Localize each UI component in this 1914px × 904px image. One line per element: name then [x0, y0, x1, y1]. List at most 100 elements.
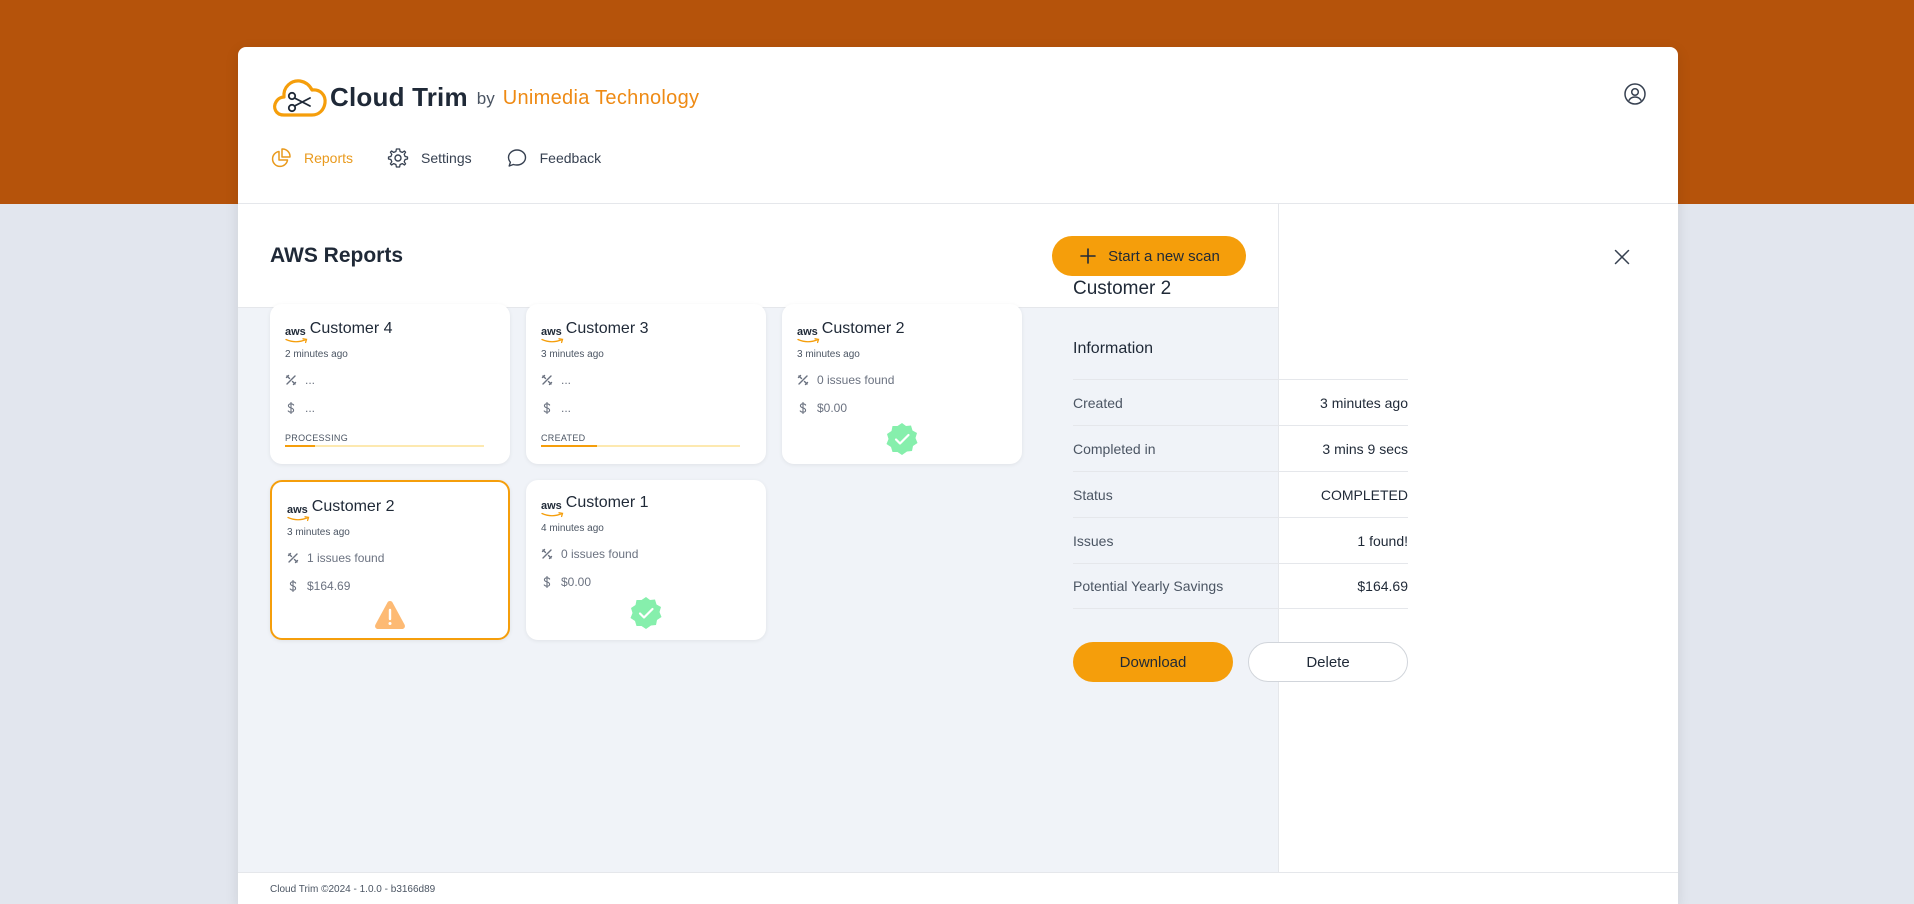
card-savings: $0.00 [541, 575, 591, 589]
details-value: 3 mins 9 secs [1322, 440, 1408, 457]
details-label: Completed in [1073, 440, 1156, 457]
report-card[interactable]: aws Customer 4 2 minutes ago ... ... PRO… [270, 304, 510, 464]
card-title: aws Customer 1 [541, 494, 649, 518]
close-icon[interactable] [1612, 247, 1632, 267]
report-card[interactable]: aws Customer 1 4 minutes ago 0 issues fo… [526, 480, 766, 640]
details-section-title: Information [1073, 340, 1154, 357]
card-issues: 0 issues found [541, 547, 638, 561]
card-issues-text: 0 issues found [817, 373, 895, 387]
card-issues: 0 issues found [797, 373, 894, 387]
aws-logo-icon: aws [541, 501, 564, 518]
card-savings-text: ... [305, 401, 316, 415]
card-savings: ... [541, 401, 571, 415]
nav-label-settings: Settings [421, 150, 472, 166]
brand-by-text: by [476, 89, 495, 108]
dollar-icon [287, 402, 295, 414]
card-savings: $164.69 [287, 579, 350, 593]
card-time: 3 minutes ago [541, 349, 604, 360]
progress-fill [541, 445, 597, 447]
start-new-scan-button[interactable]: Start a new scan [1052, 236, 1246, 276]
details-info-list: Created 3 minutes ago Completed in 3 min… [1073, 379, 1408, 609]
brand: Cloud Trim by Unimedia Technology [270, 71, 699, 123]
details-value: COMPLETED [1320, 486, 1408, 503]
card-title: aws Customer 3 [541, 320, 649, 344]
card-issues-text: ... [305, 373, 316, 387]
card-savings-text: ... [561, 401, 572, 415]
card-issues: 1 issues found [287, 551, 384, 565]
card-time: 3 minutes ago [287, 527, 350, 538]
cloud-scissors-logo-icon [273, 79, 327, 117]
details-title: Customer 2 [1073, 278, 1172, 299]
tools-icon [541, 548, 553, 560]
chat-bubble-icon [507, 149, 526, 167]
nav-item-feedback[interactable]: Feedback [506, 147, 601, 169]
card-customer-name: Customer 1 [565, 494, 649, 511]
page-title: AWS Reports [270, 244, 404, 267]
card-savings: ... [285, 401, 315, 415]
dollar-icon [543, 576, 551, 588]
card-customer-name: Customer 3 [565, 320, 649, 337]
nav-item-settings[interactable]: Settings [387, 147, 472, 169]
nav-label-feedback: Feedback [539, 150, 602, 166]
details-label: Potential Yearly Savings [1073, 578, 1224, 594]
nav-item-reports[interactable]: Reports [270, 147, 353, 169]
details-row-savings: Potential Yearly Savings $164.69 [1073, 563, 1408, 609]
aws-logo-icon: aws [287, 505, 310, 522]
report-card-selected[interactable]: aws Customer 2 3 minutes ago 1 issues fo… [270, 480, 510, 640]
card-issues-text: 1 issues found [307, 551, 385, 565]
tools-icon [541, 374, 553, 386]
success-check-badge-icon [886, 423, 918, 455]
card-status-label: CREATED [541, 433, 586, 443]
card-customer-name: Customer 4 [309, 320, 393, 337]
card-issues: ... [285, 373, 315, 387]
card-customer-name: Customer 2 [311, 498, 395, 515]
card-title: aws Customer 2 [287, 498, 395, 522]
aws-logo-icon: aws [797, 327, 820, 344]
details-label: Status [1073, 486, 1113, 503]
success-check-badge-icon [630, 597, 662, 629]
details-row-status: Status COMPLETED [1073, 471, 1408, 517]
details-value: 1 found! [1357, 532, 1408, 549]
card-issues-text: ... [561, 373, 572, 387]
tools-icon [287, 552, 299, 564]
start-new-scan-label: Start a new scan [1108, 247, 1220, 265]
gear-icon [387, 148, 409, 168]
details-label: Issues [1073, 532, 1114, 549]
user-circle-icon[interactable] [1623, 82, 1647, 106]
details-label: Created [1073, 394, 1123, 411]
card-savings-text: $164.69 [307, 579, 351, 593]
card-issues: ... [541, 373, 571, 387]
report-card[interactable]: aws Customer 2 3 minutes ago 0 issues fo… [782, 304, 1022, 464]
card-savings: $0.00 [797, 401, 847, 415]
card-savings-text: $0.00 [817, 401, 848, 415]
main-nav: Reports Settings Feedback [270, 147, 635, 169]
tools-icon [797, 374, 809, 386]
details-row-completed-in: Completed in 3 mins 9 secs [1073, 425, 1408, 471]
progress-fill [285, 445, 315, 447]
report-card[interactable]: aws Customer 3 3 minutes ago ... ... CRE… [526, 304, 766, 464]
card-title: aws Customer 4 [285, 320, 393, 344]
dollar-icon [289, 580, 297, 592]
download-button[interactable]: Download [1073, 642, 1233, 682]
footer: Cloud Trim ©2024 - 1.0.0 - b3166d89 [238, 872, 1678, 904]
warning-triangle-icon [375, 601, 405, 629]
aws-logo-icon: aws [541, 327, 564, 344]
plus-icon [1080, 248, 1096, 264]
card-status-label: PROCESSING [285, 433, 349, 443]
footer-version-text: Cloud Trim ©2024 - 1.0.0 - b3166d89 [270, 884, 436, 895]
company-name: Unimedia Technology [502, 86, 700, 109]
tools-icon [285, 374, 297, 386]
card-customer-name: Customer 2 [821, 320, 905, 337]
aws-logo-icon: aws [285, 327, 308, 344]
progress-bar [541, 445, 740, 447]
details-row-issues: Issues 1 found! [1073, 517, 1408, 563]
card-time: 4 minutes ago [541, 523, 604, 534]
card-time: 2 minutes ago [285, 349, 348, 360]
delete-button[interactable]: Delete [1248, 642, 1408, 682]
details-value: 3 minutes ago [1320, 394, 1408, 411]
dollar-icon [799, 402, 807, 414]
card-issues-text: 0 issues found [561, 547, 639, 561]
card-time: 3 minutes ago [797, 349, 860, 360]
details-row-created: Created 3 minutes ago [1073, 379, 1408, 425]
dollar-icon [543, 402, 551, 414]
